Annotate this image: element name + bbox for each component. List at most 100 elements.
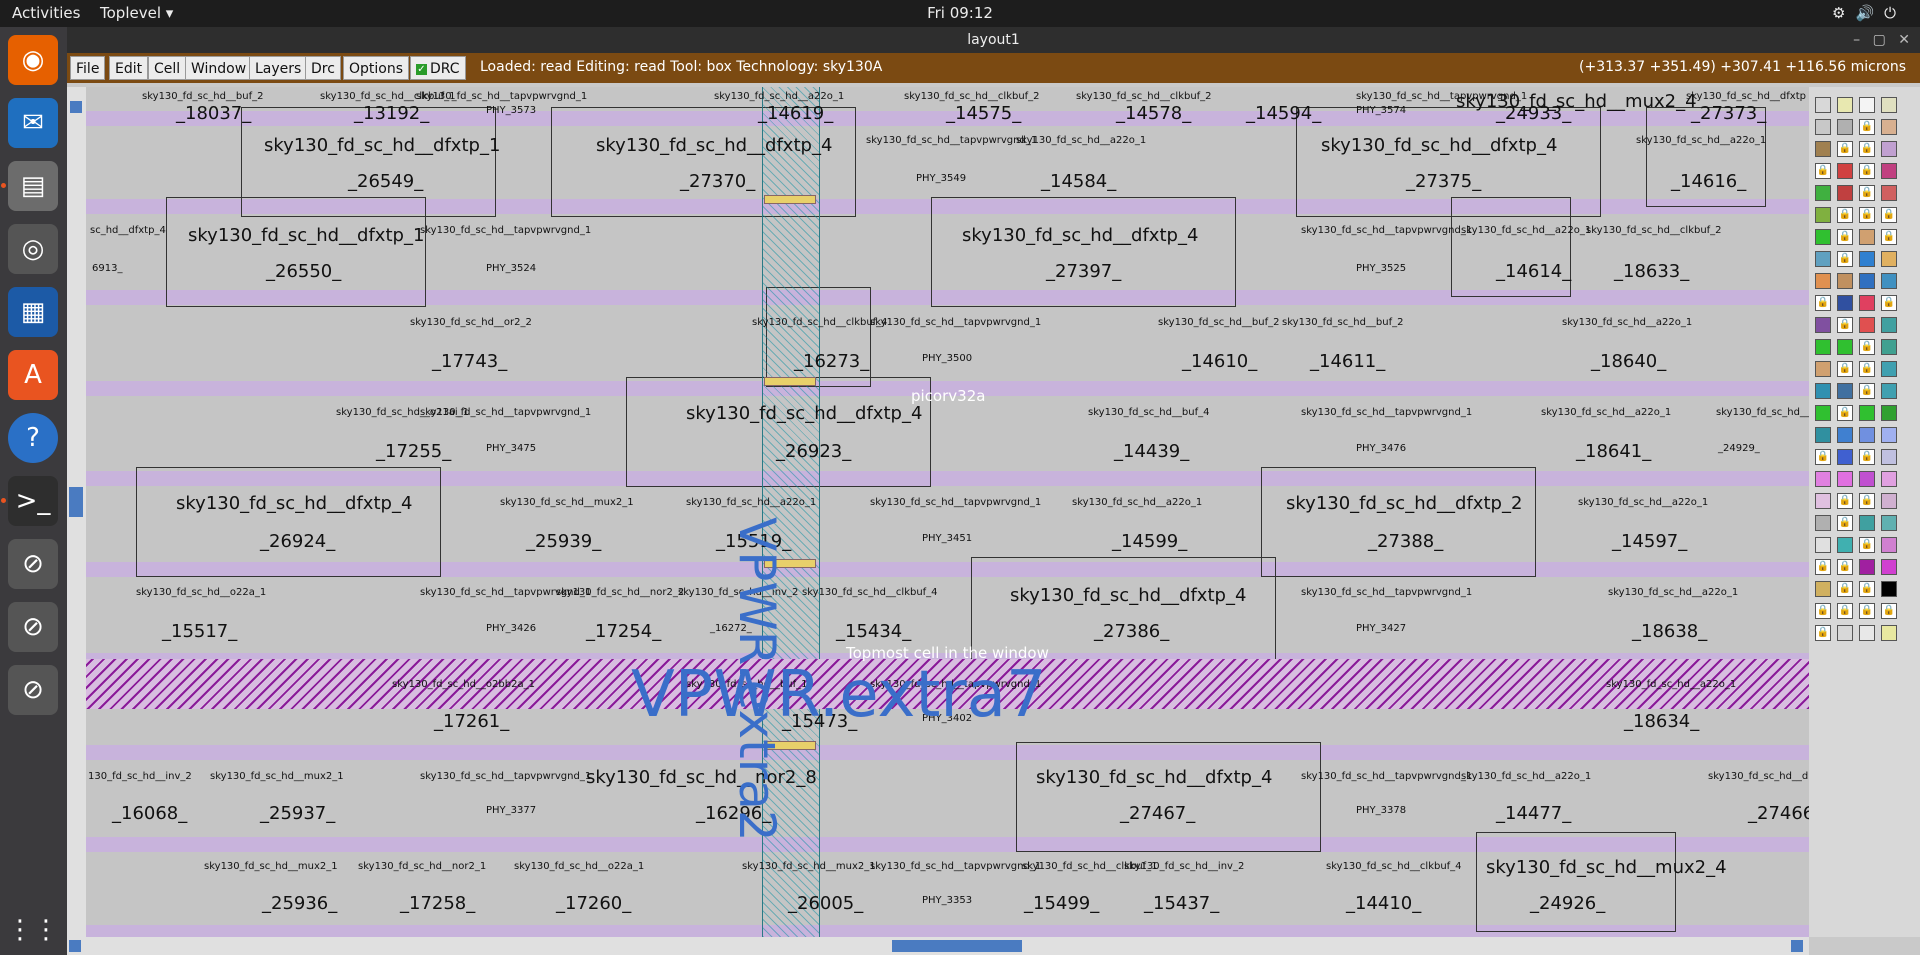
show-apps-icon[interactable]: ⋮⋮ [7, 905, 59, 955]
layer-swatch[interactable] [1837, 449, 1853, 465]
layer-swatch[interactable] [1837, 119, 1853, 135]
layer-swatch[interactable] [1881, 581, 1897, 597]
cell-instance[interactable] [1476, 832, 1676, 932]
layer-swatch[interactable] [1815, 185, 1831, 201]
menu-cell[interactable]: Cell [148, 56, 187, 80]
lock-icon[interactable]: 🔒 [1837, 141, 1853, 157]
layer-swatch[interactable] [1881, 163, 1897, 179]
layer-swatch[interactable] [1815, 427, 1831, 443]
cell-instance[interactable] [1261, 467, 1536, 577]
layer-swatch[interactable] [1815, 207, 1831, 223]
layer-swatch[interactable] [1837, 185, 1853, 201]
menu-drc[interactable]: Drc [305, 56, 341, 80]
lock-icon[interactable]: 🔒 [1815, 559, 1831, 575]
lock-icon[interactable]: 🔒 [1837, 229, 1853, 245]
lock-icon[interactable]: 🔒 [1837, 207, 1853, 223]
firefox-icon[interactable]: ◉ [8, 35, 58, 85]
layer-swatch[interactable] [1859, 559, 1875, 575]
lock-icon[interactable]: 🔒 [1837, 603, 1853, 619]
layer-swatch[interactable] [1815, 471, 1831, 487]
layer-swatch[interactable] [1859, 625, 1875, 641]
layer-swatch[interactable] [1859, 405, 1875, 421]
blocked-app-icon[interactable]: ⊘ [8, 602, 58, 652]
scroll-right-icon[interactable] [1791, 940, 1803, 952]
menu-window[interactable]: Window [185, 56, 253, 80]
lock-icon[interactable]: 🔒 [1815, 449, 1831, 465]
lock-icon[interactable]: 🔒 [1859, 339, 1875, 355]
lock-icon[interactable]: 🔒 [1859, 581, 1875, 597]
layer-swatch[interactable] [1881, 405, 1897, 421]
lock-icon[interactable]: 🔒 [1859, 449, 1875, 465]
layer-swatch[interactable] [1881, 493, 1897, 509]
layer-swatch[interactable] [1815, 361, 1831, 377]
scroll-left-icon[interactable] [69, 940, 81, 952]
lock-icon[interactable]: 🔒 [1837, 251, 1853, 267]
lock-icon[interactable]: 🔒 [1859, 207, 1875, 223]
cell-instance[interactable] [1451, 197, 1571, 297]
layer-swatch[interactable] [1881, 273, 1897, 289]
lock-icon[interactable]: 🔒 [1859, 163, 1875, 179]
lock-icon[interactable]: 🔒 [1815, 625, 1831, 641]
lock-icon[interactable]: 🔒 [1837, 493, 1853, 509]
layer-swatch[interactable] [1815, 515, 1831, 531]
vertical-scroll-thumb[interactable] [69, 487, 83, 517]
layer-swatch[interactable] [1859, 427, 1875, 443]
layer-swatch[interactable] [1859, 97, 1875, 113]
layer-swatch[interactable] [1837, 339, 1853, 355]
layer-swatch[interactable] [1881, 427, 1897, 443]
layer-swatch[interactable] [1859, 515, 1875, 531]
layer-swatch[interactable] [1815, 537, 1831, 553]
blocked-app-icon[interactable]: ⊘ [8, 665, 58, 715]
files-icon[interactable]: ▤ [8, 161, 58, 211]
layer-swatch[interactable] [1815, 317, 1831, 333]
lock-icon[interactable]: 🔒 [1859, 119, 1875, 135]
terminal-icon[interactable]: >_ [8, 476, 58, 526]
window-controls[interactable]: – ▢ ✕ [1853, 27, 1914, 53]
vertical-scrollbar[interactable] [67, 87, 86, 937]
lock-icon[interactable]: 🔒 [1815, 603, 1831, 619]
lock-icon[interactable]: 🔒 [1837, 581, 1853, 597]
writer-icon[interactable]: ▦ [8, 287, 58, 337]
menu-edit[interactable]: Edit [109, 56, 149, 80]
lock-icon[interactable]: 🔒 [1815, 163, 1831, 179]
layer-swatch[interactable] [1815, 273, 1831, 289]
drc-toggle[interactable]: ✓ DRC [410, 56, 466, 80]
layer-swatch[interactable] [1837, 625, 1853, 641]
lock-icon[interactable]: 🔒 [1859, 185, 1875, 201]
thunderbird-icon[interactable]: ✉ [8, 98, 58, 148]
layer-swatch[interactable] [1815, 339, 1831, 355]
clock[interactable]: Fri 09:12 [0, 4, 1920, 22]
layer-swatch[interactable] [1837, 427, 1853, 443]
lock-icon[interactable]: 🔒 [1859, 141, 1875, 157]
layer-swatch[interactable] [1881, 339, 1897, 355]
layer-swatch[interactable] [1837, 273, 1853, 289]
lock-icon[interactable]: 🔒 [1837, 559, 1853, 575]
cell-instance[interactable] [931, 197, 1236, 307]
layer-swatch[interactable] [1881, 119, 1897, 135]
layer-swatch[interactable] [1881, 515, 1897, 531]
cell-instance[interactable] [1016, 742, 1321, 852]
layer-swatch[interactable] [1815, 141, 1831, 157]
layer-swatch[interactable] [1815, 229, 1831, 245]
lock-icon[interactable]: 🔒 [1881, 229, 1897, 245]
layer-swatch[interactable] [1881, 141, 1897, 157]
layout-canvas[interactable]: sky130_fd_sc_hd__buf_2 sky130_fd_sc_hd__… [86, 87, 1809, 937]
layer-swatch[interactable] [1881, 559, 1897, 575]
layer-swatch[interactable] [1837, 163, 1853, 179]
layer-swatch[interactable] [1815, 383, 1831, 399]
blocked-app-icon[interactable]: ⊘ [8, 539, 58, 589]
lock-icon[interactable]: 🔒 [1837, 361, 1853, 377]
layer-swatch[interactable] [1815, 119, 1831, 135]
lock-icon[interactable]: 🔒 [1859, 603, 1875, 619]
cell-instance[interactable] [166, 197, 426, 307]
layer-swatch[interactable] [1859, 229, 1875, 245]
layer-swatch[interactable] [1837, 383, 1853, 399]
lock-icon[interactable]: 🔒 [1837, 405, 1853, 421]
layer-swatch[interactable] [1837, 295, 1853, 311]
horizontal-scrollbar[interactable] [67, 937, 1809, 955]
lock-icon[interactable]: 🔒 [1815, 295, 1831, 311]
software-icon[interactable]: A [8, 350, 58, 400]
layer-swatch[interactable] [1881, 97, 1897, 113]
rhythmbox-icon[interactable]: ◎ [8, 224, 58, 274]
layer-swatch[interactable] [1859, 471, 1875, 487]
